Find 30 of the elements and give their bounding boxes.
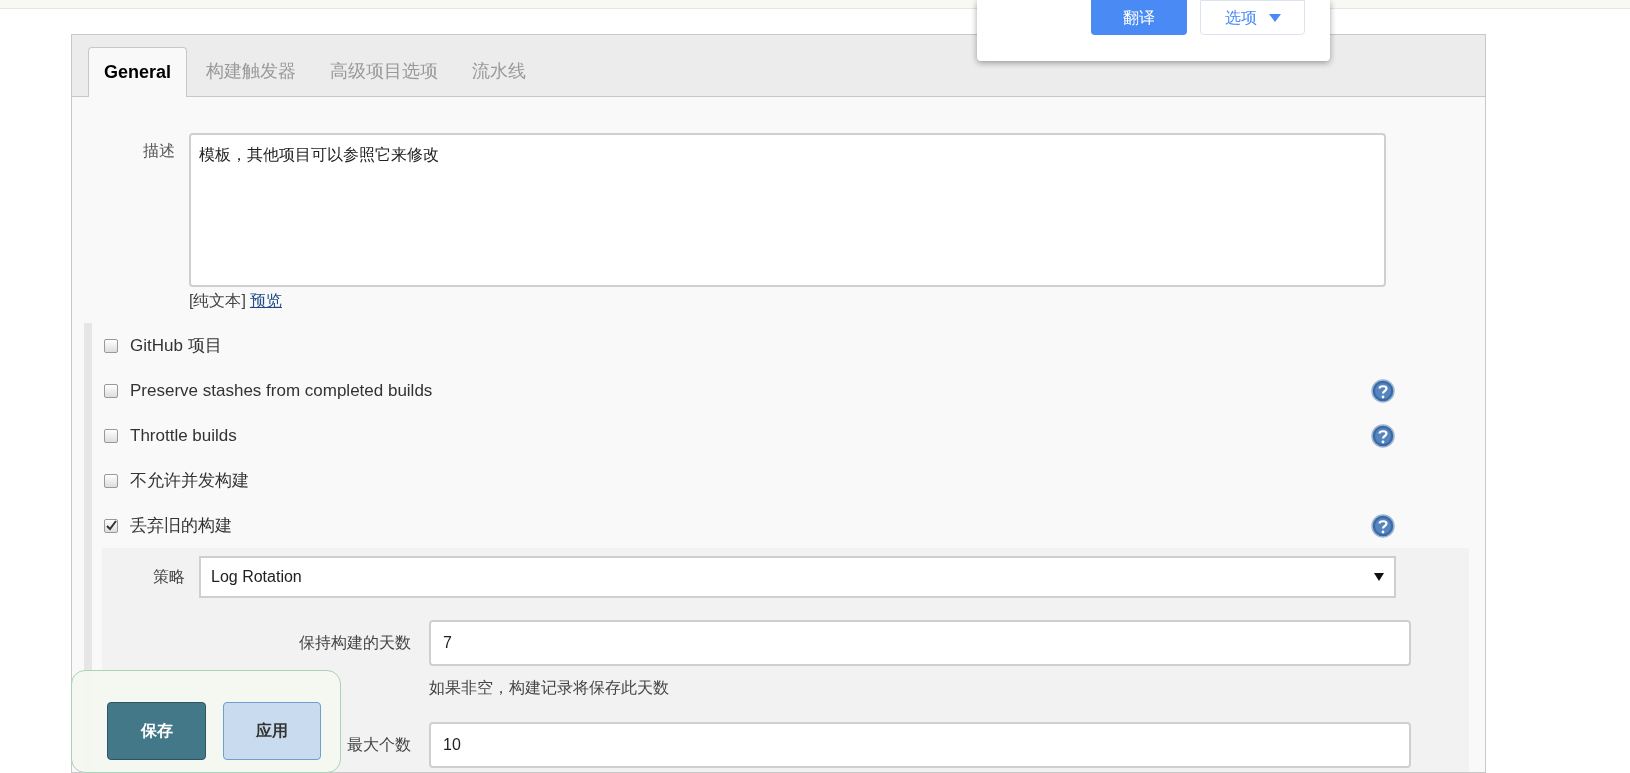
strategy-select[interactable]: Log Rotation bbox=[199, 556, 1396, 598]
tab[interactable]: General bbox=[88, 47, 188, 97]
checkbox-label: 不允许并发构建 bbox=[130, 469, 250, 492]
dropdown-arrow-icon bbox=[1374, 573, 1384, 581]
field-label: 最大个数 bbox=[347, 735, 411, 755]
field-label: 保持构建的天数 bbox=[299, 633, 411, 653]
checkbox[interactable] bbox=[104, 428, 118, 443]
help-icon[interactable] bbox=[1371, 378, 1395, 403]
text-input[interactable]: 10 bbox=[429, 722, 1411, 768]
field-label: 描述 bbox=[142, 141, 176, 161]
help-icon[interactable] bbox=[1371, 423, 1395, 448]
checkbox[interactable] bbox=[104, 338, 118, 353]
checkbox-label: GitHub 项目 bbox=[130, 334, 223, 357]
text-input[interactable]: 7 bbox=[429, 620, 1411, 666]
preview-link[interactable]: 预览 bbox=[249, 289, 282, 313]
checkbox[interactable] bbox=[104, 383, 118, 398]
save-button[interactable]: 保存 bbox=[107, 702, 206, 760]
help-icon[interactable] bbox=[1371, 513, 1395, 538]
options-button[interactable]: 选项 bbox=[1200, 0, 1305, 35]
field-hint: 如果非空，构建记录将保存此天数 bbox=[429, 678, 669, 698]
apply-button[interactable]: 应用 bbox=[223, 702, 321, 760]
checkbox-label: 丢弃旧的构建 bbox=[130, 514, 233, 537]
field-label: 策略 bbox=[152, 567, 186, 587]
description-textarea[interactable]: 模板，其他项目可以参照它来修改 bbox=[189, 133, 1386, 287]
checkbox[interactable] bbox=[104, 518, 118, 533]
caret-icon bbox=[1268, 13, 1281, 22]
format-label: [纯文本] bbox=[189, 291, 246, 311]
checkbox-label: Throttle builds bbox=[130, 424, 238, 447]
checkbox[interactable] bbox=[104, 473, 118, 488]
checkbox-label: Preserve stashes from completed builds bbox=[130, 379, 434, 402]
